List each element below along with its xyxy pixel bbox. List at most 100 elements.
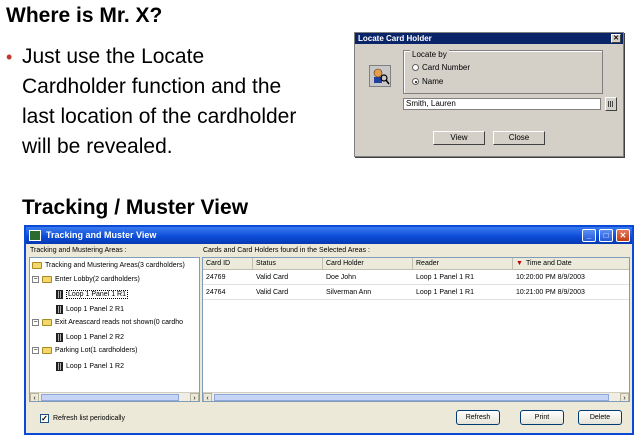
cardholder-name-input[interactable]: Smith, Lauren (403, 98, 601, 110)
tree-item[interactable]: Loop 1 Panel 2 R2 (56, 333, 124, 342)
browse-icon (608, 101, 614, 107)
bullet-line: Just use the Locate (22, 45, 205, 68)
scroll-left-icon[interactable]: ‹ (30, 393, 39, 401)
tree-item-label: Enter Lobby(2 cardholders) (55, 276, 140, 283)
tree-item-label: Loop 1 Panel 1 R2 (66, 363, 124, 370)
bullet-marker: • (6, 47, 13, 67)
app-icon (29, 230, 41, 241)
bullet-line: last location of the cardholder (22, 105, 297, 128)
folder-icon (32, 262, 42, 269)
column-header-time-and-date[interactable]: ▼ Time and Date (513, 258, 629, 270)
cell-status: Valid Card (256, 289, 289, 296)
folder-icon (42, 276, 52, 283)
cell-status: Valid Card (256, 274, 289, 281)
cell-card-holder: Doe John (326, 274, 356, 281)
card-reader-icon (56, 333, 63, 342)
section-title: Tracking / Muster View (22, 196, 249, 219)
scrollbar-thumb[interactable] (41, 394, 179, 401)
column-header-reader[interactable]: Reader (413, 258, 513, 270)
table-horizontal-scrollbar[interactable]: ‹ › (203, 392, 629, 401)
card-reader-icon (56, 290, 63, 299)
table-row[interactable]: 24769 Valid Card Doe John Loop 1 Panel 1… (203, 271, 629, 285)
radio-name[interactable]: Name (412, 77, 443, 86)
dialog-title: Locate Card Holder (358, 34, 432, 43)
card-reader-icon (56, 362, 63, 371)
card-reader-icon (56, 305, 63, 314)
tree-item-label: Loop 1 Panel 2 R1 (66, 306, 124, 313)
cell-reader: Loop 1 Panel 1 R1 (416, 274, 474, 281)
table-header: Card ID Status Card Holder Reader ▼ Time … (203, 258, 629, 270)
column-header-card-id[interactable]: Card ID (203, 258, 253, 270)
tree-item-label: Tracking and Mustering Areas(3 cardholde… (45, 262, 185, 269)
tree-item[interactable]: − Exit Areascard reads not shown(0 cardh… (32, 319, 183, 326)
cards-pane-label: Cards and Card Holders found in the Sele… (203, 247, 370, 254)
tree-item[interactable]: − Parking Lot(1 cardholders) (32, 347, 138, 354)
locate-by-label: Locate by (410, 50, 449, 59)
window-footer: ✓ Refresh list periodically Refresh Prin… (26, 405, 632, 433)
window-titlebar: Tracking and Muster View _ □ ✕ (26, 227, 632, 244)
column-header-label: Time and Date (525, 260, 572, 267)
dialog-titlebar: Locate Card Holder ✕ (355, 33, 623, 44)
scroll-right-icon[interactable]: › (190, 393, 199, 401)
collapse-icon[interactable]: − (32, 276, 39, 283)
collapse-icon[interactable]: − (32, 347, 39, 354)
close-button[interactable]: Close (493, 131, 545, 145)
cardholder-search-icon (369, 65, 391, 87)
table-row[interactable]: 24764 Valid Card Silverman Ann Loop 1 Pa… (203, 286, 629, 300)
column-header-card-holder[interactable]: Card Holder (323, 258, 413, 270)
tree-item-label: Exit Areascard reads not shown(0 cardho (55, 319, 184, 326)
cardholders-table: Card ID Status Card Holder Reader ▼ Time … (202, 257, 630, 402)
checkbox-checked-icon: ✓ (40, 414, 49, 423)
tree-item-label: Loop 1 Panel 1 R1 (66, 290, 128, 299)
tracking-muster-window: Tracking and Muster View _ □ ✕ Tracking … (24, 225, 634, 435)
bullet-line: Cardholder function and the (22, 75, 282, 98)
tree-item[interactable]: Loop 1 Panel 1 R2 (56, 362, 124, 371)
view-button[interactable]: View (433, 131, 485, 145)
close-icon[interactable]: ✕ (611, 34, 621, 43)
radio-card-number[interactable]: Card Number (412, 63, 470, 72)
browse-button[interactable] (605, 97, 617, 111)
collapse-icon[interactable]: − (32, 319, 39, 326)
column-header-status[interactable]: Status (253, 258, 323, 270)
locate-cardholder-dialog: Locate Card Holder ✕ Locate by Card Numb… (354, 32, 624, 157)
folder-icon (42, 347, 52, 354)
refresh-button[interactable]: Refresh (456, 410, 500, 425)
radio-label: Name (422, 77, 444, 86)
maximize-icon[interactable]: □ (599, 229, 613, 242)
radio-selected-icon (412, 78, 419, 85)
cell-card-holder: Silverman Ann (326, 289, 372, 296)
locate-by-group: Locate by Card Number Name (403, 50, 603, 94)
close-icon[interactable]: ✕ (616, 229, 630, 242)
window-title: Tracking and Muster View (46, 230, 157, 240)
refresh-periodically-checkbox[interactable]: ✓ Refresh list periodically (40, 414, 125, 423)
tree-item[interactable]: Loop 1 Panel 1 R1 (56, 290, 128, 299)
tree-horizontal-scrollbar[interactable]: ‹ › (30, 392, 199, 401)
scroll-left-icon[interactable]: ‹ (203, 393, 212, 401)
sort-descending-icon: ▼ (516, 260, 523, 267)
tree-item[interactable]: Loop 1 Panel 2 R1 (56, 305, 124, 314)
delete-button[interactable]: Delete (578, 410, 622, 425)
radio-icon (412, 64, 419, 71)
bullet-point: • Just use the Locate Cardholder functio… (6, 42, 346, 162)
folder-icon (42, 319, 52, 326)
checkbox-label: Refresh list periodically (53, 415, 125, 422)
radio-label: Card Number (422, 63, 471, 72)
cell-card-id: 24769 (206, 274, 226, 281)
bullet-text: Just use the Locate Cardholder function … (22, 42, 346, 162)
slide-title: Where is Mr. X? (6, 4, 163, 27)
areas-pane-label: Tracking and Mustering Areas : (30, 247, 127, 254)
cell-card-id: 24764 (206, 289, 226, 296)
print-button[interactable]: Print (520, 410, 564, 425)
tree-item-label: Parking Lot(1 cardholders) (55, 347, 138, 354)
cell-time-and-date: 10:20:00 PM 8/9/2003 (516, 274, 585, 281)
tree-item-label: Loop 1 Panel 2 R2 (66, 334, 124, 341)
bullet-line: will be revealed. (22, 135, 173, 158)
scroll-right-icon[interactable]: › (620, 393, 629, 401)
cell-time-and-date: 10:21:00 PM 8/9/2003 (516, 289, 585, 296)
tree-item[interactable]: − Enter Lobby(2 cardholders) (32, 276, 140, 283)
scrollbar-thumb[interactable] (214, 394, 609, 401)
tree-item[interactable]: Tracking and Mustering Areas(3 cardholde… (32, 262, 185, 269)
cell-reader: Loop 1 Panel 1 R1 (416, 289, 474, 296)
minimize-icon[interactable]: _ (582, 229, 596, 242)
areas-tree[interactable]: Tracking and Mustering Areas(3 cardholde… (29, 257, 200, 402)
